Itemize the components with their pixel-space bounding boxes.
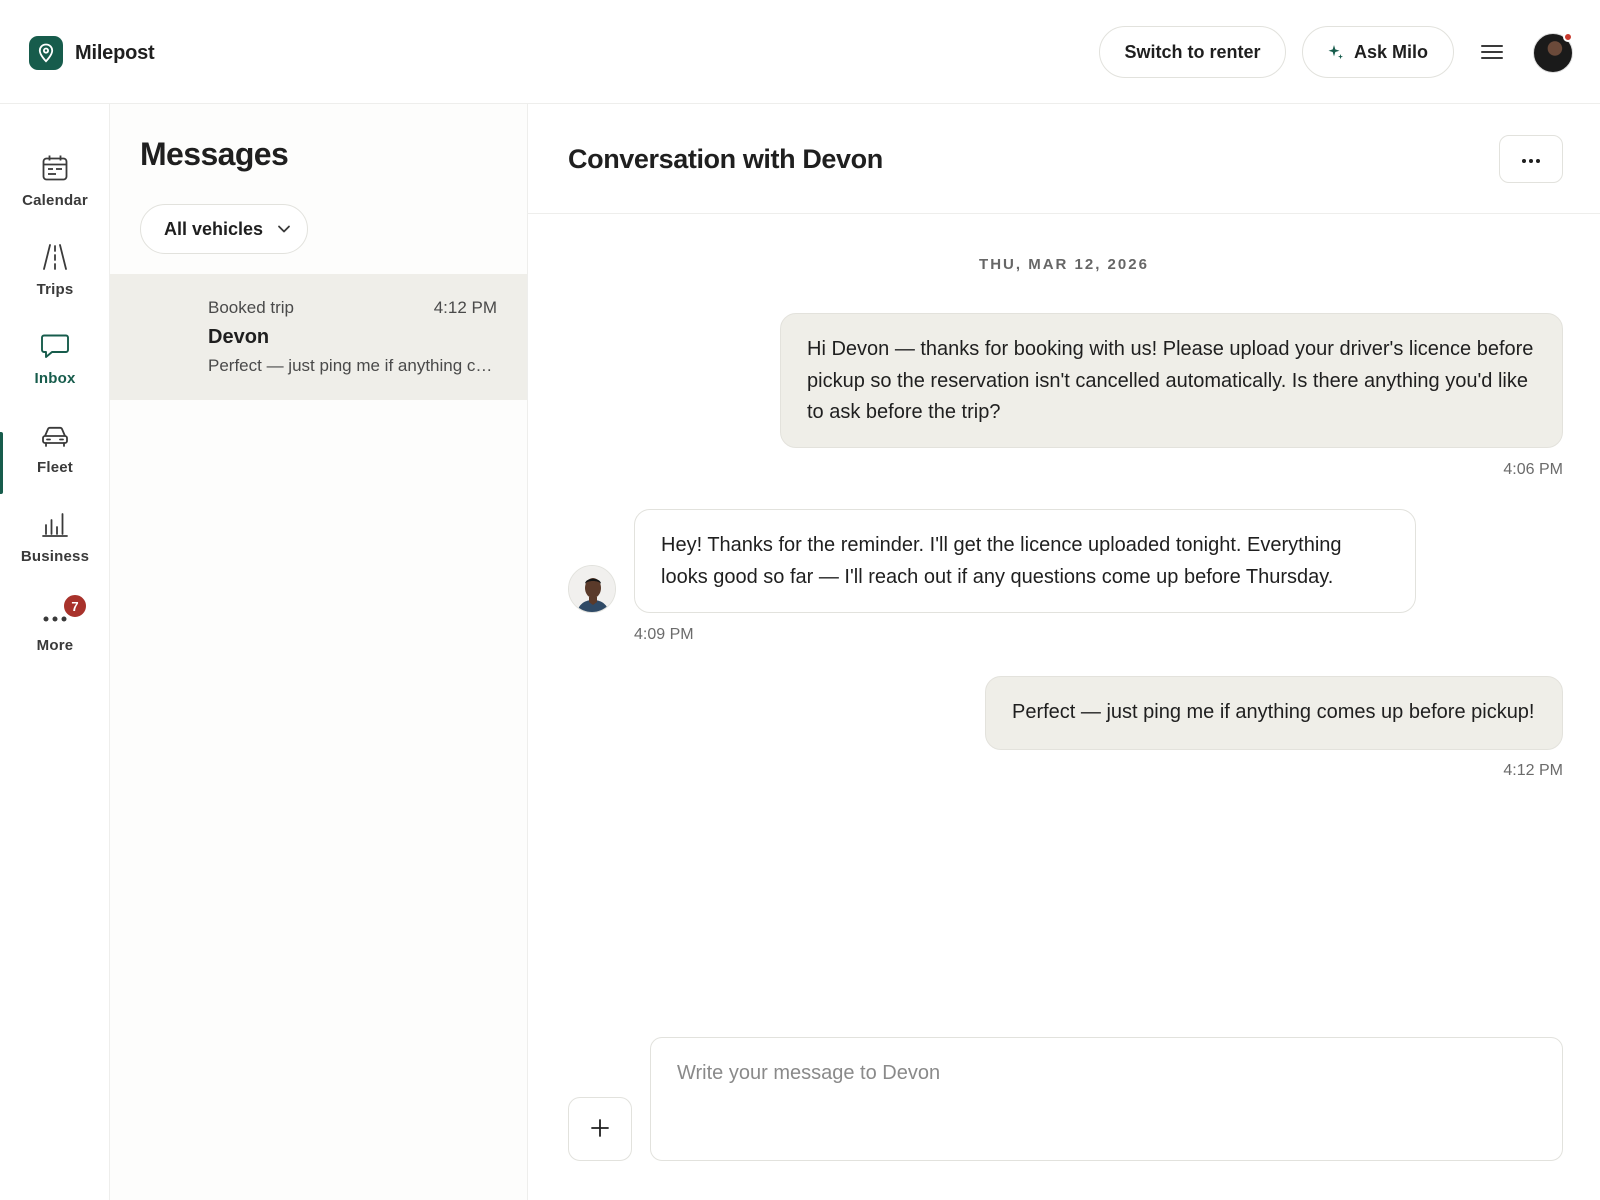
- nav-item-inbox[interactable]: Inbox: [0, 326, 110, 406]
- messages-panel: Messages All vehicles Booked trip 4:12 P…: [110, 104, 528, 1200]
- nav-item-fleet[interactable]: Fleet: [0, 415, 110, 495]
- nav-label-fleet: Fleet: [36, 459, 73, 476]
- nav-label-calendar: Calendar: [22, 192, 88, 209]
- message-bubble-outgoing: Hi Devon — thanks for booking with us! P…: [780, 313, 1563, 448]
- nav-item-business[interactable]: Business: [0, 504, 110, 584]
- add-attachment-button[interactable]: [568, 1097, 632, 1161]
- conversation-panel: Conversation with Devon THU, MAR 12, 202…: [528, 104, 1600, 1200]
- vehicle-filter-label: All vehicles: [164, 218, 264, 239]
- conversation-options-button[interactable]: [1499, 135, 1563, 183]
- message-bubble-outgoing: Perfect — just ping me if anything comes…: [985, 676, 1563, 750]
- notification-dot: [1563, 32, 1573, 42]
- nav-label-business: Business: [20, 548, 90, 565]
- thread-preview: Perfect — just ping me if anything comes…: [208, 356, 498, 375]
- thread-item-devon[interactable]: Booked trip 4:12 PM Devon Perfect — just…: [110, 274, 527, 400]
- brand[interactable]: Milepost: [29, 36, 155, 70]
- nav-label-inbox: Inbox: [34, 370, 76, 387]
- ask-milo-button[interactable]: Ask Milo: [1302, 26, 1454, 78]
- conversation-title: Conversation with Devon: [568, 144, 883, 174]
- date-separator: THU, MAR 12, 2026: [979, 256, 1149, 273]
- message-timestamp: 4:12 PM: [1503, 762, 1563, 779]
- message-input[interactable]: [650, 1037, 1563, 1161]
- thread-subtitle: Booked trip: [208, 298, 294, 317]
- switch-to-renter-label: Switch to renter: [1124, 41, 1261, 62]
- hamburger-menu-icon[interactable]: [1478, 40, 1506, 64]
- switch-to-renter-button[interactable]: Switch to renter: [1099, 26, 1286, 78]
- car-icon: [40, 415, 70, 449]
- map-pin-icon: [29, 36, 63, 70]
- nav-label-more: More: [36, 637, 74, 654]
- messages-title: Messages: [140, 136, 289, 172]
- app-name: Milepost: [75, 41, 155, 64]
- message-bubble-incoming: Hey! Thanks for the reminder. I'll get t…: [634, 509, 1416, 613]
- thread-time: 4:12 PM: [433, 298, 497, 317]
- nav-item-trips[interactable]: Trips: [0, 237, 110, 317]
- left-nav: Calendar Trips Inbox Fleet Business 7 Mo…: [0, 104, 110, 1200]
- top-bar: Milepost Switch to renter Ask Milo: [0, 0, 1600, 104]
- plus-icon: [590, 1118, 610, 1141]
- bar-chart-icon: [41, 504, 69, 538]
- nav-item-more[interactable]: 7 More: [0, 593, 110, 673]
- sparkle-icon: [1328, 44, 1344, 60]
- chat-bubble-icon: [40, 326, 70, 360]
- vehicle-filter-dropdown[interactable]: All vehicles: [140, 204, 308, 254]
- chevron-down-icon: [277, 224, 291, 234]
- nav-label-trips: Trips: [36, 281, 74, 298]
- more-horizontal-icon: [1521, 152, 1541, 167]
- thread-name: Devon: [208, 326, 270, 348]
- ask-milo-label: Ask Milo: [1353, 41, 1428, 62]
- devon-avatar[interactable]: [568, 565, 616, 613]
- message-timestamp: 4:09 PM: [634, 626, 694, 643]
- calendar-icon: [41, 148, 69, 182]
- more-badge: 7: [62, 593, 88, 619]
- conversation-header: Conversation with Devon: [528, 104, 1600, 214]
- road-icon: [41, 237, 69, 271]
- message-timestamp: 4:06 PM: [1503, 461, 1563, 478]
- nav-item-calendar[interactable]: Calendar: [0, 148, 110, 228]
